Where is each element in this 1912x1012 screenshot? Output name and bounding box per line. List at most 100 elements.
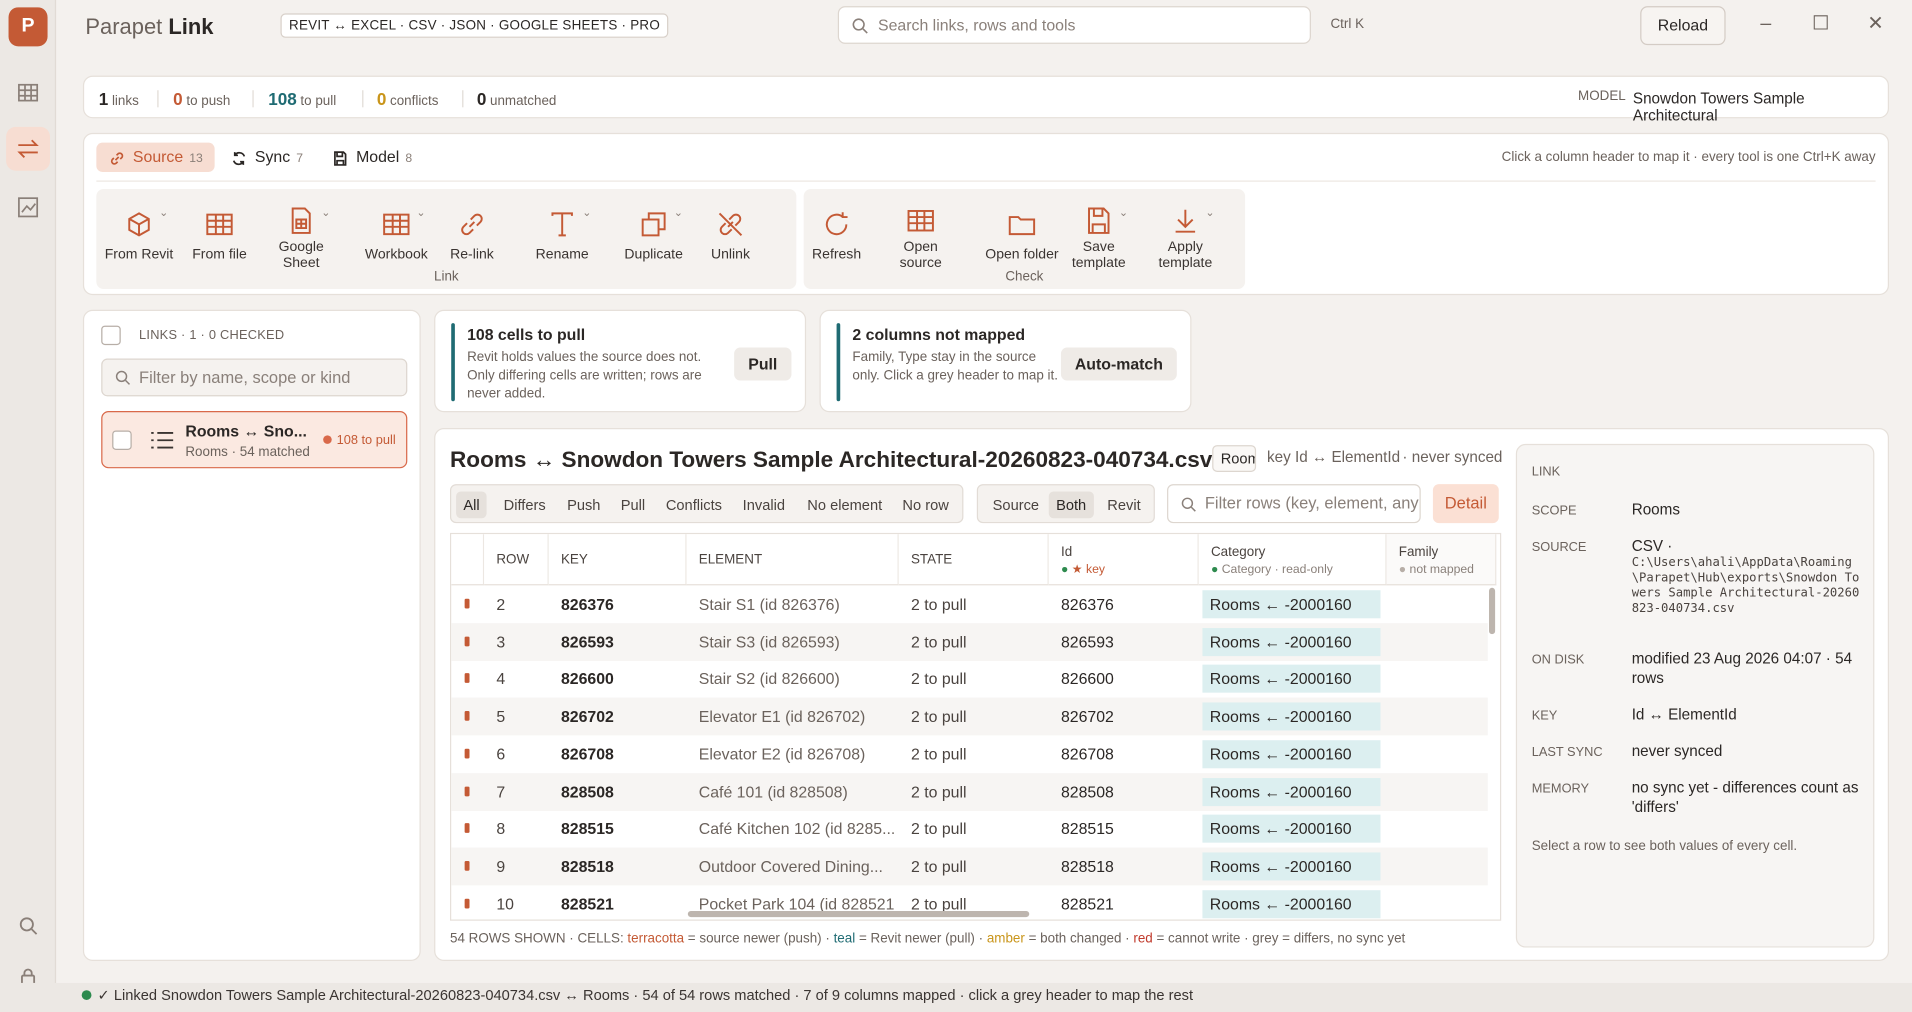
side-revit[interactable]: Revit <box>1100 491 1148 518</box>
horizontal-scrollbar[interactable] <box>687 910 1030 918</box>
filter-no-element[interactable]: No element <box>800 491 889 518</box>
row-category[interactable]: Rooms ← -2000160 <box>1202 665 1381 694</box>
minimize-icon[interactable]: – <box>1754 12 1778 36</box>
col-family[interactable]: Family ● not mapped <box>1386 534 1497 586</box>
row-category[interactable]: Rooms ← -2000160 <box>1202 590 1381 619</box>
rows-filter-input[interactable]: Filter rows (key, element, any <box>1167 484 1421 524</box>
google-sheet-button[interactable]: ⌄ Google Sheet <box>265 201 338 271</box>
filter-all[interactable]: All <box>456 491 487 519</box>
col-state[interactable]: STATE <box>898 534 1049 586</box>
side-source[interactable]: Source <box>985 491 1046 518</box>
row-id[interactable]: 826600 <box>1049 660 1199 698</box>
source-kind: CSV · <box>1631 537 1673 555</box>
table-row[interactable]: 4 826600 Stair S2 (id 826600) 2 to pull 8266… <box>451 660 1488 698</box>
link-item[interactable]: Rooms ↔ Sno... Rooms · 54 matched 108 to… <box>101 410 408 469</box>
apply-template-button[interactable]: ⌄ Apply template <box>1149 201 1222 271</box>
row-element: Elevator E1 (id 826702) <box>698 707 866 726</box>
row-id[interactable]: 828508 <box>1049 773 1199 811</box>
tab-sync[interactable]: Sync 7 <box>218 143 315 172</box>
row-category[interactable]: Rooms ← -2000160 <box>1202 702 1381 731</box>
table-row[interactable]: 7 828508 Café 101 (id 828508) 2 to pull 8285… <box>451 772 1488 811</box>
auto-match-button[interactable]: Auto-match <box>1060 347 1177 381</box>
table-row[interactable]: 3 826593 Stair S3 (id 826593) 2 to pull 8265… <box>451 622 1488 661</box>
table-row[interactable]: 9 828518 Outdoor Covered Dining... 2 to pul… <box>451 847 1488 886</box>
row-key: 828508 <box>560 782 614 801</box>
table-row[interactable]: 2 826376 Stair S1 (id 826376) 2 to pull 8263… <box>451 585 1488 623</box>
table-row[interactable]: 8 828515 Café Kitchen 102 (id 8285... 2 to … <box>451 810 1488 848</box>
close-icon[interactable]: ✕ <box>1863 12 1887 36</box>
table-row[interactable]: 6 826708 Elevator E2 (id 826708) 2 to pull 8… <box>451 735 1488 773</box>
relink-button[interactable]: Re-link <box>435 201 508 263</box>
select-all-checkbox[interactable] <box>101 325 121 346</box>
row-category[interactable]: Rooms ← -2000160 <box>1202 852 1381 881</box>
table-row[interactable]: 5 826702 Elevator E1 (id 826702) 2 to pull 8… <box>451 697 1488 736</box>
pull-button[interactable]: Pull <box>734 347 792 381</box>
col-row[interactable]: ROW <box>484 534 549 586</box>
workbook-button[interactable]: ⌄ Workbook <box>360 201 433 263</box>
search-icon[interactable] <box>0 904 56 948</box>
row-id[interactable]: 828521 <box>1049 885 1199 920</box>
link-group: ⌄ From Revit From file ⌄ Google Sheet ⌄ Wor… <box>96 189 797 290</box>
save-template-button[interactable]: ⌄ Save template <box>1062 201 1135 271</box>
unmapped-body: Family, Type stay in the source only. Cl… <box>852 349 1058 383</box>
from-revit-button[interactable]: ⌄ From Revit <box>102 201 175 263</box>
links-filter-input[interactable]: Filter by name, scope or kind <box>101 358 408 397</box>
duplicate-button[interactable]: ⌄ Duplicate <box>617 201 690 263</box>
status-text: ✓ Linked Snowdon Towers Sample Architect… <box>97 986 1194 1004</box>
row-element: Café 101 (id 828508) <box>698 782 848 801</box>
tab-source[interactable]: Source 13 <box>96 142 216 172</box>
tab-model[interactable]: Model 8 <box>320 143 425 172</box>
row-id[interactable]: 828518 <box>1049 847 1199 885</box>
row-state: 2 to pull <box>910 669 967 689</box>
link-checkbox[interactable] <box>112 430 132 450</box>
row-category[interactable]: Rooms ← -2000160 <box>1202 889 1381 918</box>
vertical-scrollbar[interactable] <box>1489 587 1496 635</box>
maximize-icon[interactable]: ☐ <box>1809 12 1833 36</box>
row-id[interactable]: 826376 <box>1049 585 1199 623</box>
title-bar: Parapet Link REVIT ↔ EXCEL · CSV · JSON … <box>56 0 1912 54</box>
row-state: 2 to pull <box>910 595 967 614</box>
col-element[interactable]: ELEMENT <box>686 534 899 586</box>
row-id[interactable]: 826593 <box>1049 623 1199 661</box>
sync-arrows-icon[interactable] <box>6 126 50 171</box>
scope-pill: Rooms <box>1212 445 1257 472</box>
stat-pull: 108 to pull <box>268 89 337 109</box>
chart-icon[interactable] <box>0 185 56 229</box>
unlink-button[interactable]: Unlink <box>694 201 767 263</box>
col-id[interactable]: Id ● ★ key <box>1048 534 1199 586</box>
row-category[interactable]: Rooms ← -2000160 <box>1202 739 1381 769</box>
open-source-button[interactable]: Open source <box>884 201 957 271</box>
row-category[interactable]: Rooms ← -2000160 <box>1202 777 1381 806</box>
filter-differs[interactable]: Differs <box>496 491 553 518</box>
key-mapping: key Id ↔ ElementId <box>1267 448 1401 466</box>
grid-icon[interactable] <box>0 71 56 115</box>
from-file-button[interactable]: From file <box>183 201 256 263</box>
key-value: Id ↔ ElementId <box>1631 706 1737 724</box>
check-group-label: Check <box>1005 269 1044 285</box>
detail-button[interactable]: Detail <box>1432 484 1499 524</box>
row-category[interactable]: Rooms ← -2000160 <box>1202 814 1381 843</box>
filter-no-row[interactable]: No row <box>895 491 956 518</box>
rename-button[interactable]: ⌄ Rename <box>526 201 599 263</box>
filter-push[interactable]: Push <box>560 491 608 518</box>
filter-invalid[interactable]: Invalid <box>735 491 792 518</box>
side-both[interactable]: Both <box>1048 491 1094 519</box>
row-number: 4 <box>496 669 506 689</box>
row-element: Café Kitchen 102 (id 8285... <box>698 819 894 839</box>
row-id[interactable]: 826708 <box>1049 735 1199 773</box>
filter-conflicts[interactable]: Conflicts <box>659 491 730 518</box>
pull-body: Revit holds values the source does not. … <box>467 349 702 402</box>
global-search-input[interactable]: Search links, rows and tools <box>837 6 1311 44</box>
row-id[interactable]: 828515 <box>1049 810 1199 848</box>
reload-button[interactable]: Reload <box>1640 6 1726 46</box>
filter-pull[interactable]: Pull <box>613 491 652 518</box>
row-category[interactable]: Rooms ← -2000160 <box>1202 627 1381 656</box>
col-category[interactable]: Category ● Category · read-only <box>1198 534 1387 586</box>
refresh-button[interactable]: Refresh <box>800 201 873 263</box>
col-key[interactable]: KEY <box>548 534 687 586</box>
open-folder-button[interactable]: Open folder <box>973 201 1071 263</box>
row-number: 5 <box>496 707 506 726</box>
unmapped-message: 2 columns not mapped Family, Type stay i… <box>819 309 1192 413</box>
row-number: 7 <box>496 782 506 801</box>
row-id[interactable]: 826702 <box>1049 698 1199 736</box>
